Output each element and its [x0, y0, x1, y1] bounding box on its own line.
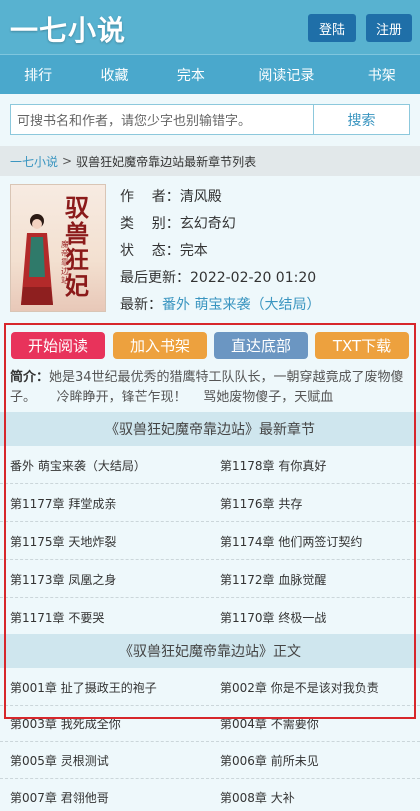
chapter-link[interactable]: 第007章 君翎他哥 — [10, 778, 210, 811]
breadcrumb-separator: > — [62, 154, 73, 168]
chapter-link[interactable]: 第001章 扯了摄政王的袍子 — [10, 668, 210, 706]
search-bar: 可搜书名和作者，请您少字也别输错字。 搜索 — [0, 94, 420, 146]
nav-item-completed[interactable]: 完本 — [153, 55, 229, 94]
chapter-row: 第1175章 天地炸裂 第1174章 他们两签订契约 — [0, 522, 420, 560]
category-row: 类 别：玄幻奇幻 — [120, 213, 236, 233]
nav-item-bookshelf[interactable]: 书架 — [344, 55, 420, 94]
chapter-link[interactable]: 第008章 大补 — [220, 778, 415, 811]
chapter-link[interactable]: 第1173章 凤凰之身 — [10, 560, 210, 598]
chapter-row: 第001章 扯了摄政王的袍子 第002章 你是不是该对我负责 — [0, 668, 420, 706]
chapter-link[interactable]: 第1175章 天地炸裂 — [10, 522, 210, 560]
chapter-row: 第007章 君翎他哥 第008章 大补 — [0, 778, 420, 811]
book-info: 驭兽狂妃 魔帝靠边站 作 者：清风殿 类 别：玄幻奇幻 状 态：完本 最后更新：… — [0, 176, 420, 317]
action-buttons: 开始阅读 加入书架 直达底部 TXT下载 — [0, 327, 420, 364]
search-button[interactable]: 搜索 — [314, 104, 410, 135]
chapter-link[interactable]: 番外 萌宝来袭（大结局） — [10, 446, 210, 484]
chapter-link[interactable]: 第1178章 有你真好 — [220, 446, 415, 484]
site-header: 一七小说 登陆 注册 — [0, 0, 420, 54]
txt-download-button[interactable]: TXT下载 — [315, 332, 409, 359]
chapter-link[interactable]: 第006章 前所未见 — [220, 741, 415, 779]
search-input[interactable]: 可搜书名和作者，请您少字也别输错字。 — [10, 104, 314, 135]
main-chapters-heading: 《驭兽狂妃魔帝靠边站》正文 — [0, 634, 420, 668]
add-to-shelf-button[interactable]: 加入书架 — [113, 332, 207, 359]
author-value: 清风殿 — [179, 189, 222, 205]
category-label: 类 别： — [120, 216, 180, 232]
nav-item-history[interactable]: 阅读记录 — [229, 55, 344, 94]
author-label: 作 者： — [120, 189, 180, 205]
register-button[interactable]: 注册 — [366, 14, 412, 42]
status-row: 状 态：完本 — [120, 240, 208, 260]
breadcrumb: 一七小说 > 驭兽狂妃魔帝靠边站最新章节列表 — [0, 146, 420, 176]
status-value: 完本 — [179, 243, 208, 259]
intro-text: 她是34世纪最优秀的猎鹰特工队队长，一朝穿越竟成了废物傻子。 冷眸睁开，锋芒乍现… — [10, 370, 404, 405]
chapter-link[interactable]: 第1172章 血脉觉醒 — [220, 560, 415, 598]
site-logo[interactable]: 一七小说 — [10, 9, 126, 49]
nav-item-favorites[interactable]: 收藏 — [76, 55, 152, 94]
status-label: 状 态： — [120, 243, 180, 259]
updated-value: 2022-02-20 01:20 — [190, 270, 317, 286]
chapter-row: 第005章 灵根测试 第006章 前所未见 — [0, 741, 420, 779]
intro-label: 简介： — [10, 370, 50, 385]
chapter-link[interactable]: 第1171章 不要哭 — [10, 598, 210, 636]
chapter-link[interactable]: 第005章 灵根测试 — [10, 741, 210, 779]
author-row: 作 者：清风殿 — [120, 186, 222, 206]
chapter-row: 第1173章 凤凰之身 第1172章 血脉觉醒 — [0, 560, 420, 598]
chapter-row: 第1171章 不要哭 第1170章 终极一战 — [0, 598, 420, 636]
login-button[interactable]: 登陆 — [308, 14, 356, 42]
updated-label: 最后更新： — [120, 270, 190, 286]
go-to-bottom-button[interactable]: 直达底部 — [214, 332, 308, 359]
latest-label: 最新： — [120, 297, 162, 313]
chapter-link[interactable]: 第1174章 他们两签订契约 — [220, 522, 415, 560]
chapter-link[interactable]: 第1177章 拜堂成亲 — [10, 484, 210, 522]
breadcrumb-current: 驭兽狂妃魔帝靠边站最新章节列表 — [76, 154, 257, 169]
chapter-row: 第003章 我死成全你 第004章 不需要你 — [0, 704, 420, 742]
cover-subtitle: 魔帝靠边站 — [61, 240, 69, 285]
chapter-row: 番外 萌宝来袭（大结局） 第1178章 有你真好 — [0, 446, 420, 484]
breadcrumb-home[interactable]: 一七小说 — [10, 153, 58, 170]
updated-row: 最后更新：2022-02-20 01:20 — [120, 267, 316, 287]
chapter-link[interactable]: 第002章 你是不是该对我负责 — [220, 668, 415, 706]
latest-row: 最新：番外 萌宝来袭（大结局） — [120, 294, 320, 314]
chapter-link[interactable]: 第004章 不需要你 — [220, 704, 415, 742]
chapter-row: 第1177章 拜堂成亲 第1176章 共存 — [0, 484, 420, 522]
start-reading-button[interactable]: 开始阅读 — [11, 332, 105, 359]
book-cover[interactable]: 驭兽狂妃 魔帝靠边站 — [10, 184, 106, 312]
book-intro: 简介：她是34世纪最优秀的猎鹰特工队队长，一朝穿越竟成了废物傻子。 冷眸睁开，锋… — [10, 368, 410, 412]
latest-chapters-heading: 《驭兽狂妃魔帝靠边站》最新章节 — [0, 412, 420, 446]
latest-chapter-link[interactable]: 番外 萌宝来袭（大结局） — [162, 297, 320, 313]
chapter-link[interactable]: 第003章 我死成全你 — [10, 704, 210, 742]
chapter-link[interactable]: 第1170章 终极一战 — [220, 598, 415, 636]
category-value: 玄幻奇幻 — [179, 216, 236, 232]
chapter-link[interactable]: 第1176章 共存 — [220, 484, 415, 522]
cover-figure-icon — [21, 214, 53, 305]
main-nav: 排行 收藏 完本 阅读记录 书架 — [0, 54, 420, 94]
nav-item-ranking[interactable]: 排行 — [0, 55, 76, 94]
